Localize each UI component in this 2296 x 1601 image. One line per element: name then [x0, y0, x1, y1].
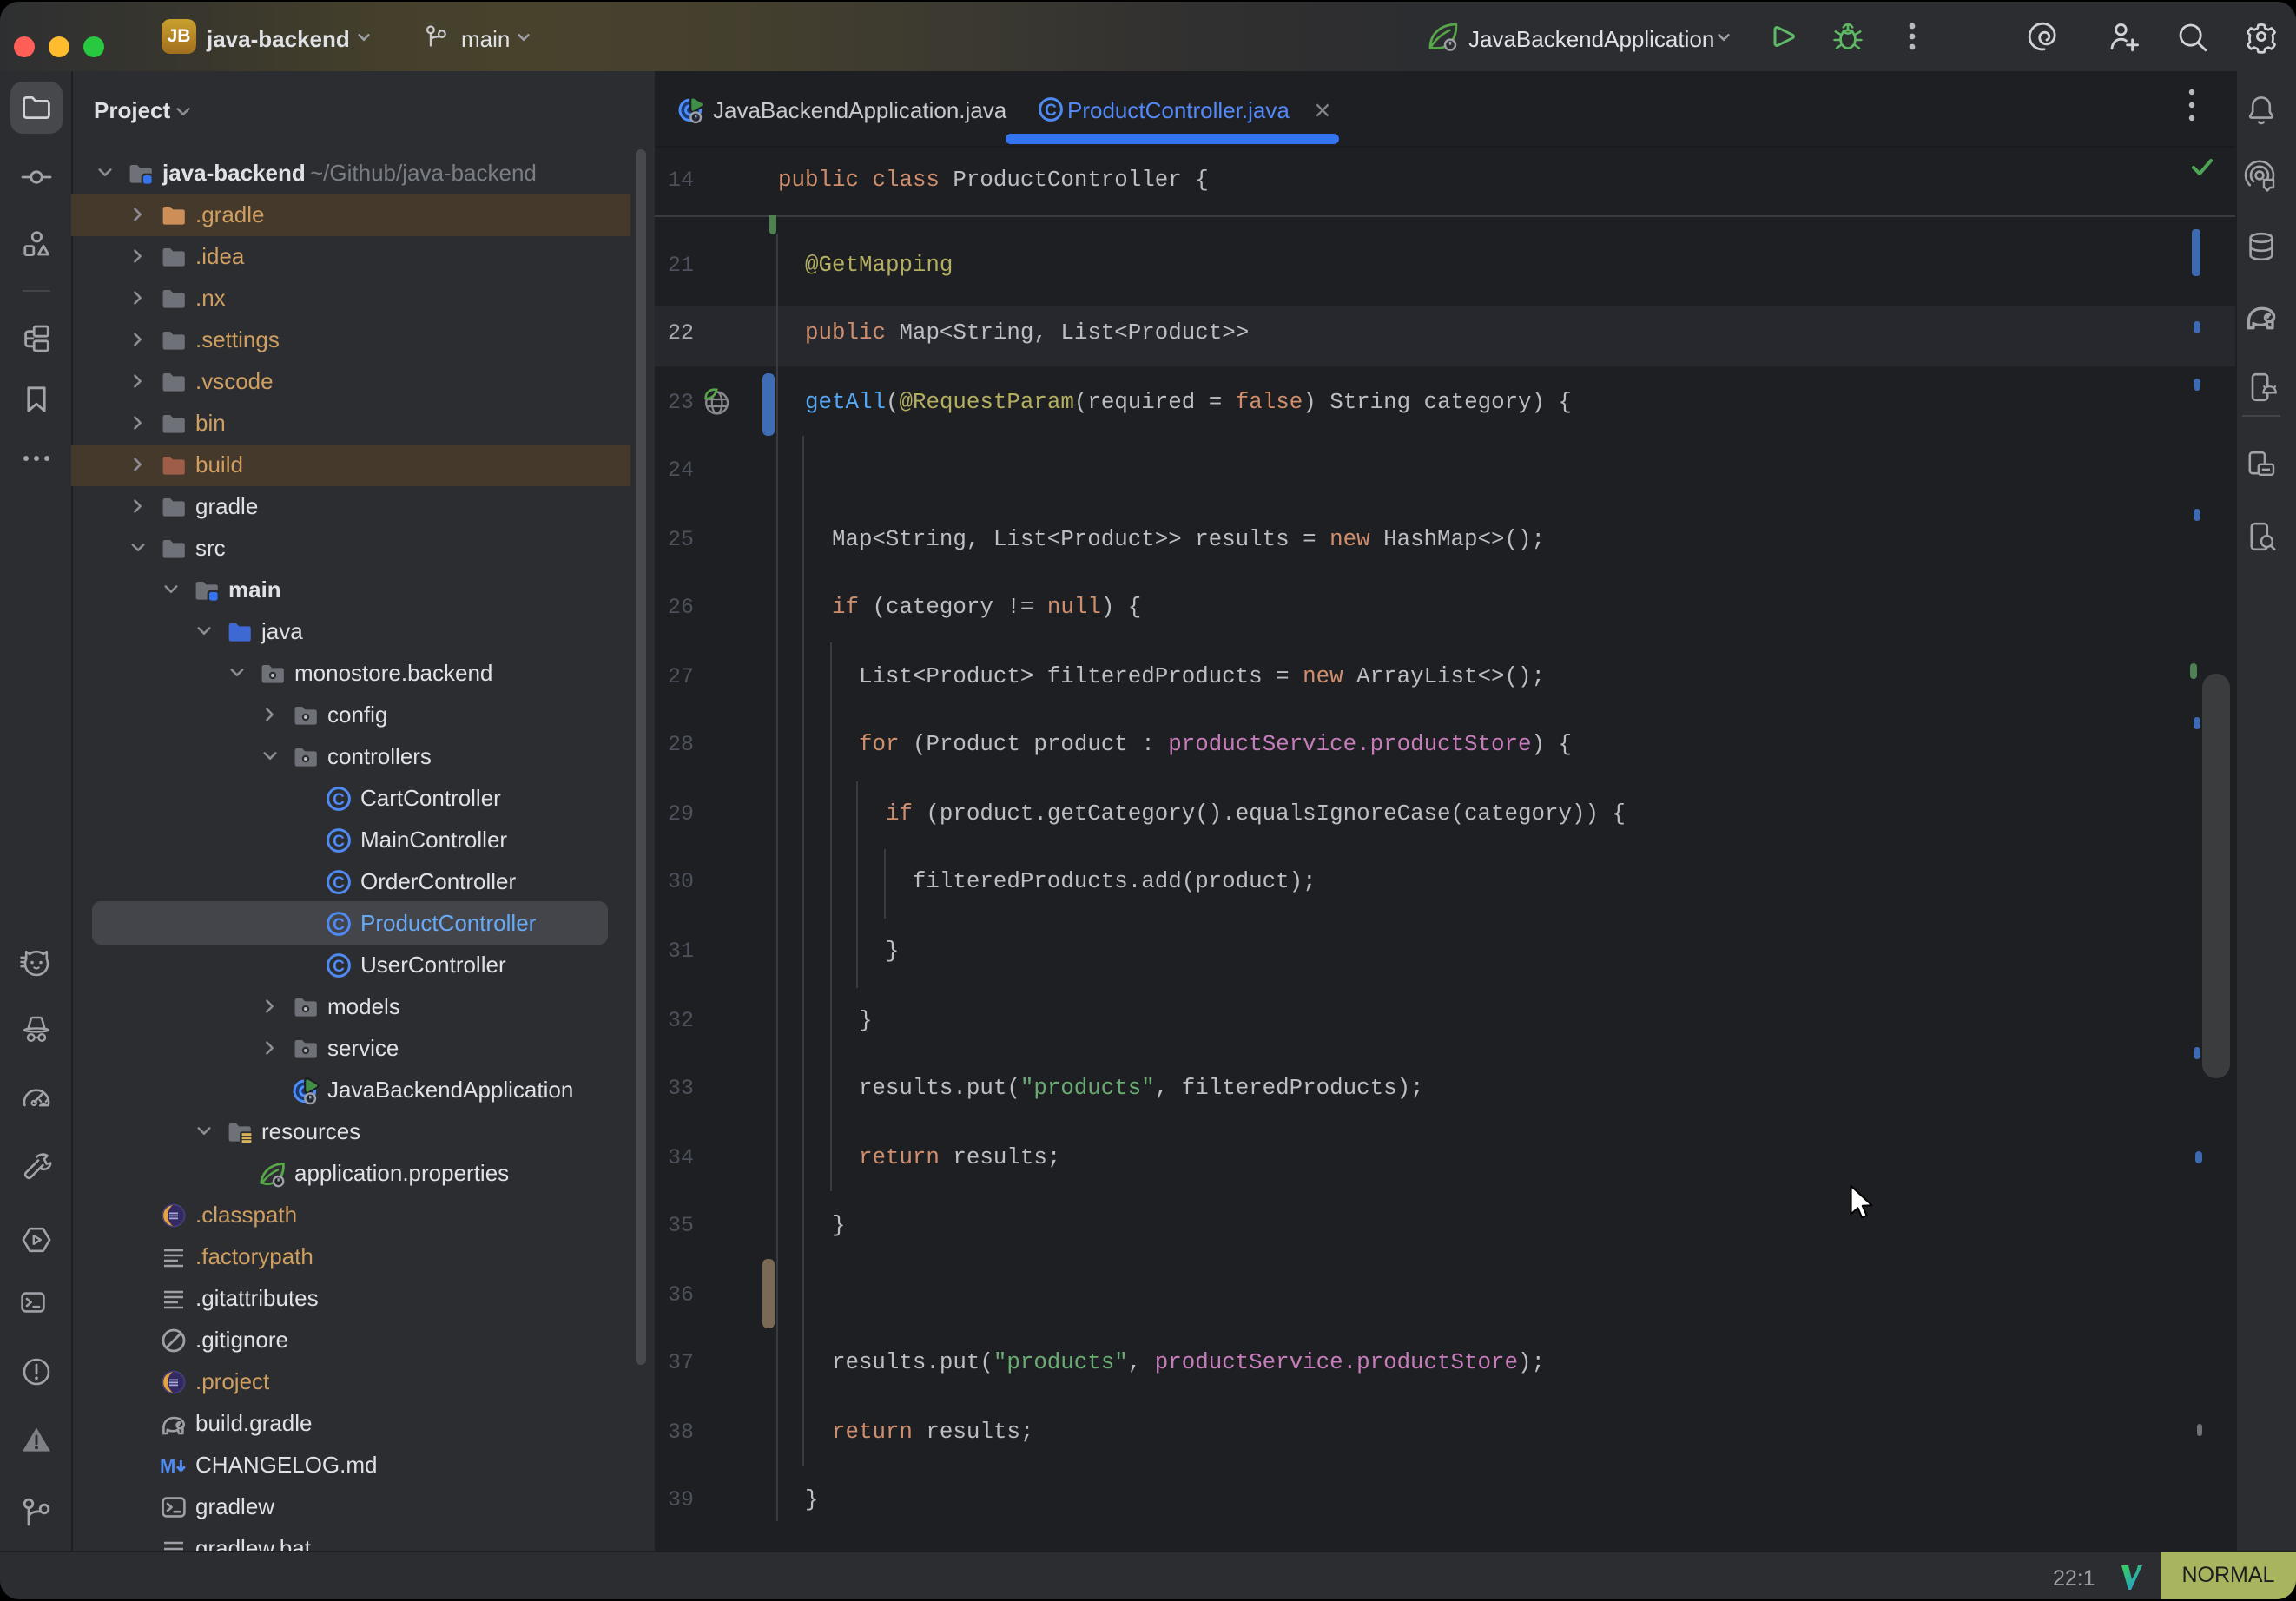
- svg-text:C: C: [333, 873, 345, 892]
- svg-text:C: C: [333, 957, 345, 975]
- svg-text:C: C: [333, 790, 345, 808]
- svg-text:C: C: [333, 915, 345, 933]
- svg-text:C: C: [1044, 101, 1056, 119]
- svg-text:M: M: [160, 1454, 175, 1476]
- svg-text:C: C: [333, 832, 345, 850]
